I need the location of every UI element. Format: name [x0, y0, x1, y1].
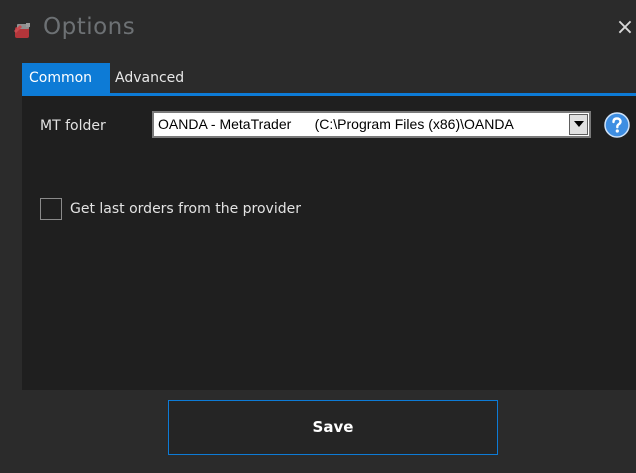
- mt-folder-select[interactable]: OANDA - MetaTrader (C:\Program Files (x8…: [152, 111, 591, 138]
- mt-folder-value: OANDA - MetaTrader (C:\Program Files (x8…: [158, 116, 514, 132]
- get-last-orders-label: Get last orders from the provider: [70, 201, 301, 217]
- mt-folder-label: MT folder: [40, 118, 106, 134]
- tab-common[interactable]: Common: [22, 63, 110, 93]
- save-button[interactable]: Save: [168, 400, 498, 455]
- options-app-icon: [12, 21, 34, 41]
- dropdown-arrow-icon[interactable]: [569, 114, 588, 135]
- title-bar: Options ×: [0, 0, 636, 58]
- options-window: Options × Common Advanced MT folder OAND…: [0, 0, 636, 473]
- window-title: Options: [43, 14, 136, 40]
- common-panel: [22, 96, 636, 390]
- question-circle-icon[interactable]: [604, 112, 630, 138]
- close-icon[interactable]: ×: [614, 14, 636, 42]
- tab-advanced[interactable]: Advanced: [111, 63, 207, 93]
- get-last-orders-checkbox[interactable]: [40, 198, 62, 220]
- tab-bar: Common Advanced: [0, 58, 636, 93]
